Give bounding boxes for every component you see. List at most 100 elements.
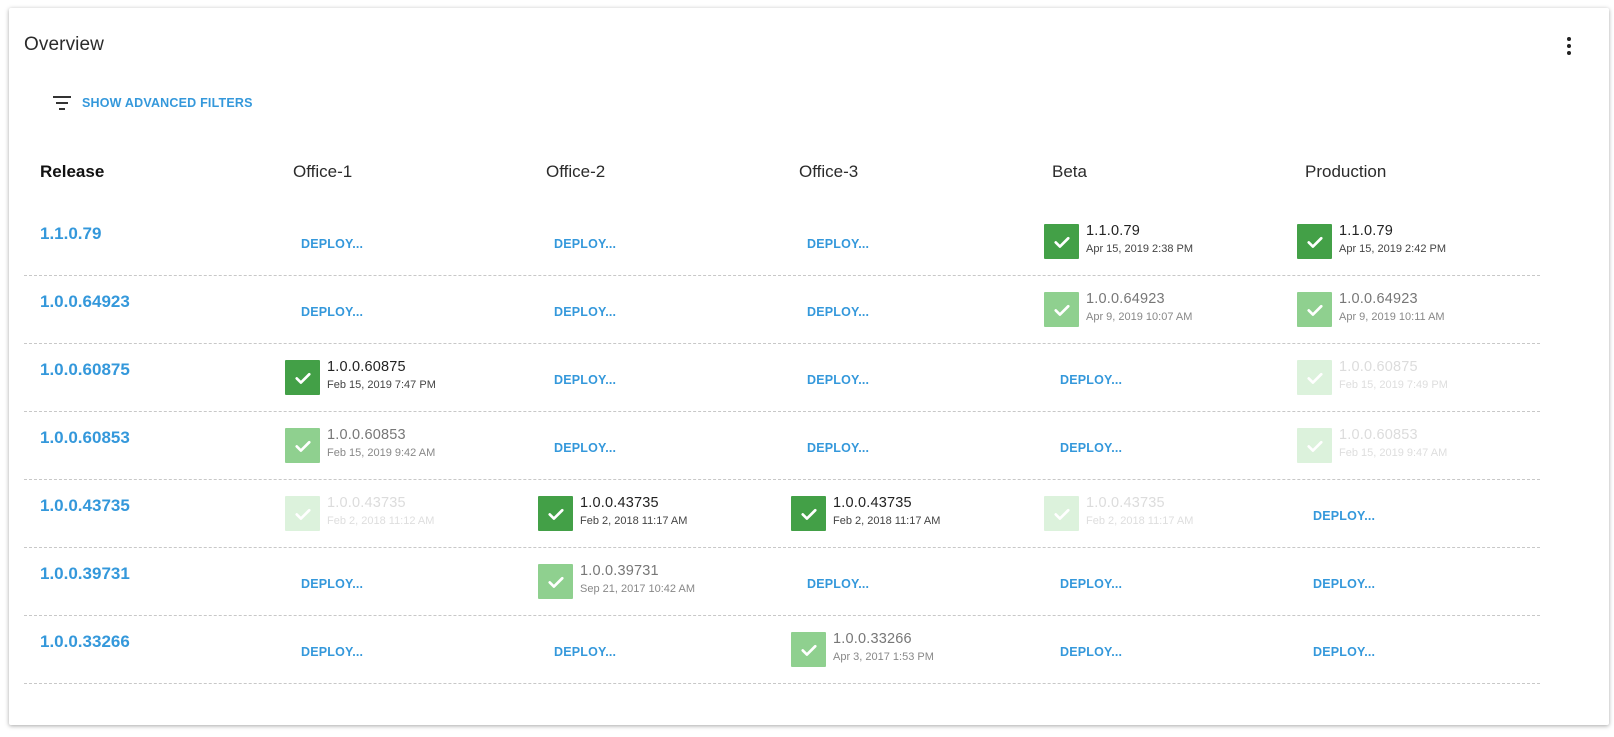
deploy-button[interactable]: DEPLOY... [301,645,363,659]
deployment-info: 1.1.0.79 Apr 15, 2019 2:42 PM [1339,222,1446,257]
deployment-date: Apr 3, 2017 1:53 PM [833,651,934,663]
release-link[interactable]: 1.0.0.39731 [24,548,277,615]
deployment-status[interactable]: 1.0.0.43735 Feb 2, 2018 11:12 AM [285,495,435,531]
check-icon [1297,292,1332,327]
check-icon [285,360,320,395]
deploy-button[interactable]: DEPLOY... [807,441,869,455]
deployment-version: 1.0.0.43735 [327,495,406,511]
column-header-office-2: Office-2 [546,162,606,181]
deployment-info: 1.0.0.33266 Apr 3, 2017 1:53 PM [833,630,934,665]
deploy-button[interactable]: DEPLOY... [554,305,616,319]
deploy-button[interactable]: DEPLOY... [807,237,869,251]
deployment-date: Apr 9, 2019 10:07 AM [1086,311,1193,323]
cell-production: DEPLOY... [1289,548,1540,615]
deploy-button[interactable]: DEPLOY... [1060,645,1122,659]
column-header-release: Release [40,162,105,181]
release-link[interactable]: 1.0.0.60853 [24,412,277,479]
deployment-status[interactable]: 1.0.0.64923 Apr 9, 2019 10:07 AM [1044,291,1193,327]
deployment-version: 1.0.0.39731 [580,563,659,579]
cell-office-3: DEPLOY... [783,412,1036,479]
table-body: 1.1.0.79 DEPLOY... DEPLOY... DEPLOY... 1.1.0… [24,208,1540,684]
deployment-date: Apr 15, 2019 2:42 PM [1339,243,1447,255]
cell-production: DEPLOY... [1289,480,1540,547]
deployment-date: Feb 2, 2018 11:17 AM [833,515,941,527]
release-link[interactable]: 1.0.0.60875 [24,344,277,411]
cell-office-2: DEPLOY... [530,208,783,275]
deploy-button[interactable]: DEPLOY... [301,577,363,591]
cell-office-1: DEPLOY... [277,616,530,683]
deployment-date: Feb 2, 2018 11:17 AM [580,515,688,527]
deployment-date: Apr 15, 2019 2:38 PM [1086,243,1194,255]
deployment-version: 1.0.0.43735 [833,495,912,511]
check-icon [1297,224,1332,259]
deploy-button[interactable]: DEPLOY... [554,441,616,455]
check-icon [285,496,320,531]
menu-dot [1567,37,1571,41]
deployment-status[interactable]: 1.1.0.79 Apr 15, 2019 2:38 PM [1044,223,1194,259]
deploy-button[interactable]: DEPLOY... [1060,373,1122,387]
cell-production: 1.0.0.60875 Feb 15, 2019 7:49 PM [1289,344,1540,411]
deployment-status[interactable]: 1.0.0.43735 Feb 2, 2018 11:17 AM [791,494,940,531]
deploy-button[interactable]: DEPLOY... [807,305,869,319]
deploy-button[interactable]: DEPLOY... [807,577,869,591]
deployment-version: 1.0.0.60853 [1339,427,1418,443]
deployment-status[interactable]: 1.0.0.60875 Feb 15, 2019 7:49 PM [1297,359,1448,395]
deploy-button[interactable]: DEPLOY... [554,373,616,387]
deploy-button[interactable]: DEPLOY... [554,645,616,659]
table-row: 1.0.0.43735 1.0.0.43735 Feb 2, 2018 11:12 … [24,480,1540,548]
release-table: Release Office-1 Office-2 Office-3 Beta … [24,140,1540,684]
check-icon [1297,428,1332,463]
deploy-button[interactable]: DEPLOY... [1060,441,1122,455]
release-link[interactable]: 1.0.0.64923 [24,276,277,343]
menu-dot [1567,51,1571,55]
deployment-date: Feb 2, 2018 11:12 AM [327,515,435,527]
deploy-button[interactable]: DEPLOY... [1313,577,1375,591]
deployment-status[interactable]: 1.0.0.43735 Feb 2, 2018 11:17 AM [1044,495,1193,531]
column-header-beta: Beta [1052,162,1087,181]
show-advanced-filters-button[interactable]: SHOW ADVANCED FILTERS [52,96,253,110]
deployment-date: Feb 15, 2019 9:42 AM [327,447,436,459]
deploy-button[interactable]: DEPLOY... [554,237,616,251]
deployment-status[interactable]: 1.0.0.60853 Feb 15, 2019 9:47 AM [1297,427,1447,463]
deployment-version: 1.0.0.60853 [327,427,406,443]
deployment-status[interactable]: 1.0.0.60875 Feb 15, 2019 7:47 PM [285,359,436,395]
cell-beta: DEPLOY... [1036,616,1289,683]
cell-office-1: DEPLOY... [277,276,530,343]
deployment-status[interactable]: 1.0.0.60853 Feb 15, 2019 9:42 AM [285,427,436,463]
deployment-version: 1.0.0.33266 [833,631,912,647]
deployment-info: 1.0.0.43735 Feb 2, 2018 11:17 AM [833,494,940,529]
deployment-date: Feb 15, 2019 7:47 PM [327,379,436,391]
check-icon [791,496,826,531]
cell-beta: 1.0.0.43735 Feb 2, 2018 11:17 AM [1036,480,1289,547]
deployment-status[interactable]: 1.0.0.43735 Feb 2, 2018 11:17 AM [538,495,688,531]
deploy-button[interactable]: DEPLOY... [807,373,869,387]
deployment-date: Apr 9, 2019 10:11 AM [1339,311,1445,323]
deployment-status[interactable]: 1.1.0.79 Apr 15, 2019 2:42 PM [1297,222,1446,259]
check-icon [1044,224,1079,259]
deployment-status[interactable]: 1.0.0.64923 Apr 9, 2019 10:11 AM [1297,291,1445,327]
release-link[interactable]: 1.0.0.33266 [24,616,277,683]
cell-office-1: 1.0.0.60875 Feb 15, 2019 7:47 PM [277,344,530,411]
deploy-button[interactable]: DEPLOY... [1313,509,1375,523]
release-link[interactable]: 1.1.0.79 [24,208,277,275]
more-vertical-icon[interactable] [1557,34,1581,58]
cell-beta: DEPLOY... [1036,412,1289,479]
deploy-button[interactable]: DEPLOY... [1060,577,1122,591]
cell-office-3: DEPLOY... [783,548,1036,615]
release-link[interactable]: 1.0.0.43735 [24,480,277,547]
deployment-date: Sep 21, 2017 10:42 AM [580,583,695,595]
cell-office-2: 1.0.0.39731 Sep 21, 2017 10:42 AM [530,548,783,615]
deployment-version: 1.1.0.79 [1339,223,1394,239]
deployment-status[interactable]: 1.0.0.39731 Sep 21, 2017 10:42 AM [538,563,695,599]
cell-production: 1.0.0.64923 Apr 9, 2019 10:11 AM [1289,276,1540,343]
check-icon [285,428,320,463]
deploy-button[interactable]: DEPLOY... [301,237,363,251]
deployment-version: 1.1.0.79 [1086,223,1141,239]
filter-icon [52,96,72,110]
deployment-status[interactable]: 1.0.0.33266 Apr 3, 2017 1:53 PM [791,630,934,667]
deploy-button[interactable]: DEPLOY... [1313,645,1375,659]
check-icon [538,496,573,531]
deploy-button[interactable]: DEPLOY... [301,305,363,319]
cell-office-2: DEPLOY... [530,616,783,683]
cell-beta: 1.0.0.64923 Apr 9, 2019 10:07 AM [1036,276,1289,343]
